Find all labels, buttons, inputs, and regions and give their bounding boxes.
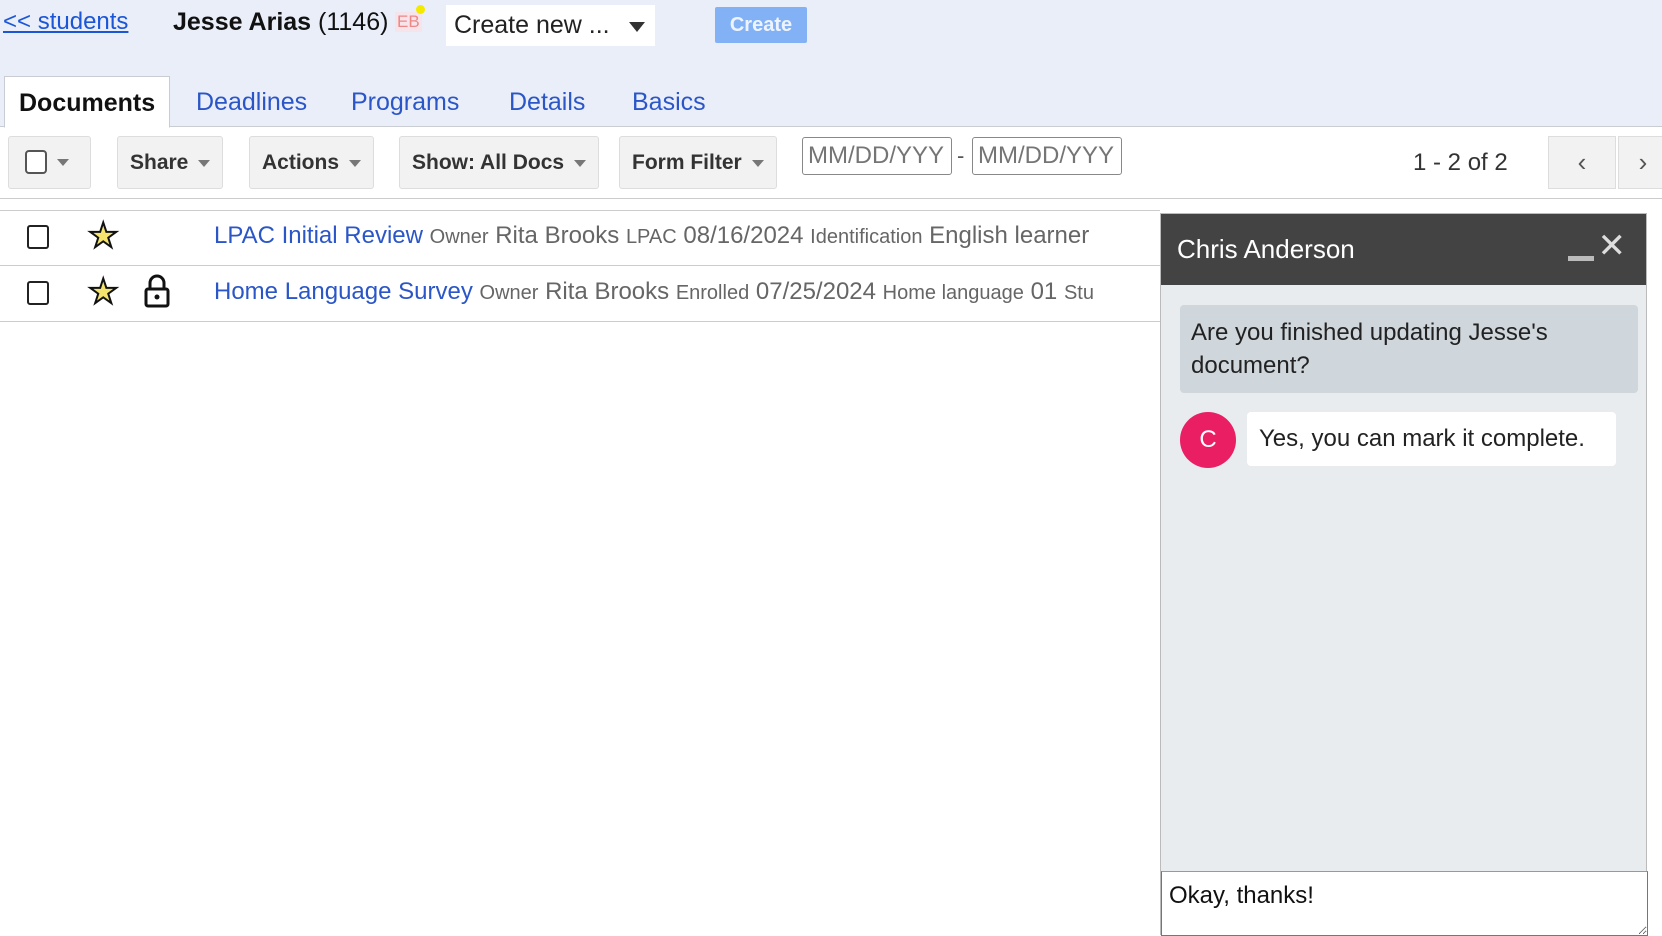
chevron-down-icon	[198, 159, 211, 167]
actions-button[interactable]: Actions	[249, 136, 375, 189]
chevron-down-icon	[57, 158, 69, 166]
field-label: Stu	[1063, 282, 1094, 304]
show-label: Show: All Docs	[412, 151, 565, 174]
row-checkbox[interactable]	[27, 281, 49, 305]
share-label: Share	[130, 151, 189, 174]
avatar: C	[1180, 412, 1236, 468]
minimize-icon[interactable]	[1568, 256, 1594, 261]
back-to-students-link[interactable]: << students	[3, 8, 128, 36]
owner-value: Rita Brooks	[495, 222, 620, 249]
chat-message-sent: Are you finished updating Jesse's docume…	[1180, 305, 1638, 393]
student-name: Jesse Arias (1146)	[173, 8, 388, 37]
chevron-down-icon	[349, 159, 362, 167]
show-filter-button[interactable]: Show: All Docs	[399, 136, 600, 189]
chevron-left-icon: ‹	[1577, 147, 1587, 177]
row-content: LPAC Initial Review Owner Rita Brooks LP…	[214, 222, 1089, 250]
document-title-link[interactable]: Home Language Survey	[214, 278, 473, 305]
field-label: LPAC	[625, 226, 677, 248]
chat-contact-name: Chris Anderson	[1177, 234, 1355, 264]
field-value: 07/25/2024	[755, 278, 876, 305]
table-row: ★ Home Language Survey Owner Rita Brooks…	[0, 266, 1160, 321]
field-label: Enrolled	[675, 282, 750, 304]
form-filter-label: Form Filter	[632, 151, 742, 174]
row-content: Home Language Survey Owner Rita Brooks E…	[214, 278, 1094, 306]
student-name-text: Jesse Arias	[173, 8, 312, 36]
create-button[interactable]: Create	[715, 7, 807, 43]
date-from-input[interactable]	[802, 137, 952, 175]
select-all-dropdown[interactable]	[8, 136, 91, 189]
lock-icon	[144, 274, 170, 308]
owner-label: Owner	[479, 282, 539, 304]
form-filter-button[interactable]: Form Filter	[619, 136, 777, 189]
chat-window: Chris Anderson ✕ Are you finished updati…	[1160, 213, 1648, 936]
tab-basics[interactable]: Basics	[618, 76, 720, 127]
next-page-button[interactable]: ›	[1618, 136, 1662, 189]
table-row: ★ LPAC Initial Review Owner Rita Brooks …	[0, 210, 1160, 265]
divider	[0, 198, 1662, 199]
star-icon[interactable]: ★	[87, 216, 120, 256]
owner-value: Rita Brooks	[545, 278, 670, 305]
eb-badge: EB	[395, 12, 422, 32]
chat-message-input[interactable]: Okay, thanks!	[1161, 871, 1648, 936]
tab-details[interactable]: Details	[495, 76, 599, 127]
chevron-right-icon: ›	[1638, 147, 1648, 177]
field-label: Home language	[882, 282, 1024, 304]
select-all-checkbox[interactable]	[25, 150, 47, 175]
share-button[interactable]: Share	[117, 136, 224, 189]
tab-programs[interactable]: Programs	[337, 76, 473, 127]
document-title-link[interactable]: LPAC Initial Review	[214, 222, 423, 249]
field-value: 08/16/2024	[683, 222, 804, 249]
field-value: English learner	[929, 222, 1090, 249]
chevron-down-icon	[574, 159, 587, 167]
date-to-input[interactable]	[972, 137, 1122, 175]
chevron-down-icon	[629, 22, 645, 32]
create-new-value: Create new ...	[454, 11, 610, 39]
chevron-down-icon	[751, 159, 764, 167]
divider	[0, 321, 1160, 322]
create-new-select[interactable]: Create new ...	[446, 5, 655, 46]
notification-dot	[416, 5, 425, 14]
field-value: 01	[1030, 278, 1058, 305]
date-separator: -	[957, 143, 965, 168]
student-id: (1146)	[318, 8, 389, 36]
owner-label: Owner	[429, 226, 489, 248]
row-checkbox[interactable]	[27, 225, 49, 249]
chat-message-received: Yes, you can mark it complete.	[1247, 412, 1616, 466]
pagination-info: 1 - 2 of 2	[1413, 149, 1508, 176]
close-icon[interactable]: ✕	[1598, 226, 1627, 266]
star-icon[interactable]: ★	[87, 272, 120, 312]
tab-documents[interactable]: Documents	[4, 76, 171, 128]
tab-deadlines[interactable]: Deadlines	[182, 76, 321, 127]
chat-header: Chris Anderson ✕	[1161, 214, 1646, 285]
actions-label: Actions	[262, 151, 340, 174]
prev-page-button[interactable]: ‹	[1548, 136, 1616, 189]
field-label: Identification	[810, 226, 923, 248]
